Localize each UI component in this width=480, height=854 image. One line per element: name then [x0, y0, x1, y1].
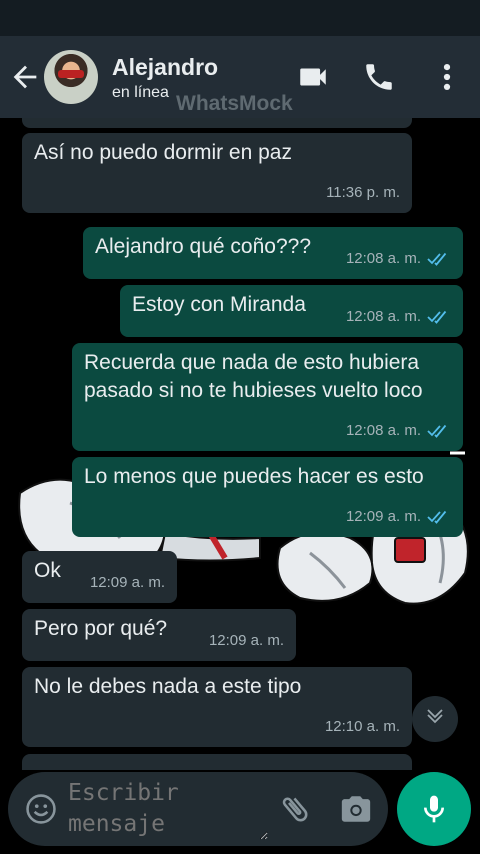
back-arrow-icon[interactable]: [8, 60, 42, 94]
phone-icon[interactable]: [362, 60, 396, 94]
message-time: 12:10 a. m.: [324, 718, 400, 735]
message-bubble-outgoing[interactable]: Lo menos que puedes hacer es esto 12:09 …: [72, 457, 463, 537]
message-time: 12:08 a. m.: [345, 250, 421, 267]
message-meta: 12:09 a. m.: [346, 503, 451, 531]
message-time: 12:09 a. m.: [208, 632, 284, 649]
message-time: 12:09 a. m.: [345, 508, 421, 525]
message-meta: 12:09 a. m.: [209, 627, 284, 655]
message-bubble-outgoing[interactable]: Recuerda que nada de esto hubiera pasado…: [72, 343, 463, 451]
message-text: Lo menos que puedes hacer es esto: [84, 465, 424, 488]
previous-message-bubble: [22, 118, 412, 128]
contact-name[interactable]: Alejandro: [112, 54, 218, 81]
voice-message-button[interactable]: [397, 772, 471, 846]
mic-icon: [424, 795, 444, 823]
avatar[interactable]: [44, 50, 98, 104]
message-meta: 11:36 p. m.: [326, 179, 400, 207]
message-bubble-incoming[interactable]: Pero por qué? 12:09 a. m.: [22, 609, 296, 661]
message-composer: [8, 772, 388, 846]
message-bubble-incoming[interactable]: Así no puedo dormir en paz 11:36 p. m.: [22, 133, 412, 213]
message-text: Así no puedo dormir en paz: [34, 141, 292, 164]
message-text: Recuerda que nada de esto hubiera pasado…: [84, 351, 423, 402]
scroll-to-bottom-button[interactable]: [412, 696, 458, 742]
contact-status: en línea: [112, 84, 169, 101]
chevron-down-icon: [427, 709, 443, 724]
double-check-icon: [427, 510, 447, 524]
status-bar: [0, 0, 480, 36]
double-check-icon: [427, 310, 447, 324]
message-bubble-incoming[interactable]: Ok 12:09 a. m.: [22, 551, 177, 603]
message-bubble-outgoing[interactable]: Estoy con Miranda 12:08 a. m.: [120, 285, 463, 337]
message-time: 11:36 p. m.: [326, 184, 400, 201]
message-meta: 12:09 a. m.: [90, 569, 165, 597]
message-meta: 12:08 a. m.: [346, 245, 451, 273]
message-input[interactable]: [68, 778, 268, 840]
message-meta: 12:10 a. m.: [325, 713, 400, 741]
avatar-glasses: [58, 70, 84, 78]
attach-icon[interactable]: [278, 792, 312, 826]
watermark: WhatsMock: [176, 92, 293, 115]
double-check-icon: [427, 424, 447, 438]
message-time: 12:08 a. m.: [345, 422, 421, 439]
message-text: No le debes nada a este tipo: [34, 675, 302, 698]
message-time: 12:08 a. m.: [345, 308, 421, 325]
message-time: 12:09 a. m.: [89, 574, 165, 591]
emoji-icon[interactable]: [24, 792, 58, 826]
video-call-icon[interactable]: [296, 60, 330, 94]
message-bubble-outgoing[interactable]: Alejandro qué coño??? 12:08 a. m.: [83, 227, 463, 279]
next-message-bubble: [22, 754, 412, 770]
more-options-icon[interactable]: [430, 60, 464, 94]
chat-area[interactable]: Así no puedo dormir en paz 11:36 p. m. A…: [0, 118, 480, 770]
double-check-icon: [427, 252, 447, 266]
message-meta: 12:08 a. m.: [346, 303, 451, 331]
camera-icon[interactable]: [338, 792, 374, 826]
chat-header: Alejandro en línea WhatsMock: [0, 36, 480, 118]
message-bubble-incoming[interactable]: No le debes nada a este tipo 12:10 a. m.: [22, 667, 412, 747]
message-meta: 12:08 a. m.: [346, 417, 451, 445]
